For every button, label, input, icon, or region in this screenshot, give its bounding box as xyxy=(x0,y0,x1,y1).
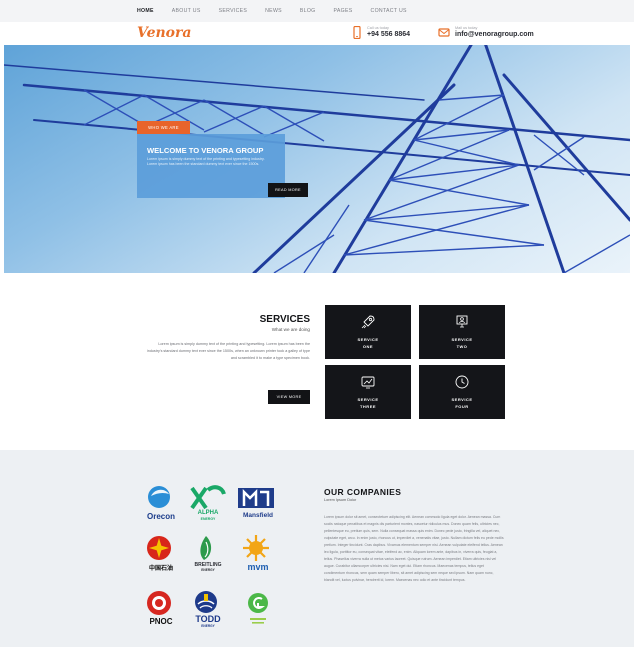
breitling-logo-icon xyxy=(200,536,212,560)
services-subtitle: What we are doing xyxy=(271,327,310,332)
hero-text: Lorem ipsum is simply dummy text of the … xyxy=(147,157,265,167)
company-logo-green-power[interactable] xyxy=(236,590,280,630)
nav-item-services[interactable]: SERVICES xyxy=(219,8,248,14)
services-title: SERVICES xyxy=(259,314,310,325)
email-address[interactable]: info@venoragroup.com xyxy=(455,31,534,39)
hero-title: WELCOME TO VENORA GROUP xyxy=(147,146,264,155)
hero-tag: WHO WE ARE xyxy=(137,121,190,134)
nav-item-news[interactable]: NEWS xyxy=(265,8,282,14)
companies-subtitle: Lorem Ipsum Dolor xyxy=(324,498,357,502)
email-contact: Mail us today info@venoragroup.com xyxy=(438,26,534,39)
service-tile-two[interactable]: SERVICE TWO xyxy=(419,305,505,359)
mansfield-logo-icon xyxy=(238,488,274,508)
clock-icon xyxy=(455,375,469,389)
company-subname: ENERGY xyxy=(201,568,215,572)
services-text: Lorem ipsum is simply dummy text of the … xyxy=(146,342,310,361)
monitor-person-icon xyxy=(456,315,468,328)
companies-title: OUR COMPANIES xyxy=(324,487,402,497)
service-tile-label: SERVICE xyxy=(451,397,473,402)
service-tile-name: TWO xyxy=(456,344,468,349)
nav-item-pages[interactable]: PAGES xyxy=(334,8,353,14)
site-logo[interactable]: Venora xyxy=(137,25,191,41)
rocket-icon xyxy=(361,315,375,329)
nav-item-home[interactable]: HOME xyxy=(137,8,154,14)
service-tile-name: ONE xyxy=(362,344,374,349)
nav-menu: HOME ABOUT US SERVICES NEWS BLOG PAGES C… xyxy=(137,0,425,22)
phone-number[interactable]: +94 556 8864 xyxy=(367,31,410,39)
nav-item-contact[interactable]: CONTACT US xyxy=(371,8,407,14)
nav-item-blog[interactable]: BLOG xyxy=(300,8,316,14)
pnoc-logo-icon xyxy=(147,591,171,615)
service-tile-three[interactable]: SERVICE THREE xyxy=(325,365,411,419)
chart-screen-icon xyxy=(361,376,375,389)
site-header: Venora Call us today +94 556 8864 Mail u… xyxy=(0,22,634,45)
company-logo-pnoc[interactable]: PNOC xyxy=(139,590,183,630)
phone-icon xyxy=(353,26,361,39)
company-logo-orecon[interactable]: Orecon xyxy=(139,484,183,524)
company-name: ALPHA xyxy=(197,510,219,516)
companies-section xyxy=(0,450,634,647)
power-tower-image xyxy=(4,45,630,273)
company-logo-todd[interactable]: TODD ENERGY xyxy=(186,590,230,630)
todd-logo-icon xyxy=(195,591,217,613)
nav-item-about[interactable]: ABOUT US xyxy=(172,8,201,14)
company-subname: ENERGY xyxy=(200,517,216,521)
company-logo-alpha[interactable]: ALPHA ENERGY xyxy=(186,484,230,524)
read-more-button[interactable]: READ MORE xyxy=(268,183,308,197)
company-logo-breitling[interactable]: BREITLING ENERGY xyxy=(186,534,230,574)
hero-welcome-box: WELCOME TO VENORA GROUP Lorem ipsum is s… xyxy=(137,134,285,198)
top-navigation: HOME ABOUT US SERVICES NEWS BLOG PAGES C… xyxy=(0,0,634,22)
company-name: mvm xyxy=(247,562,269,572)
mvm-logo-icon xyxy=(243,535,269,561)
hero-banner xyxy=(4,45,630,273)
companies-text: Lorem ipsum dolor sit amet, consectetuer… xyxy=(324,515,504,582)
service-tile-label: SERVICE xyxy=(451,337,473,342)
company-name: TODD xyxy=(195,614,221,624)
phone-contact: Call us today +94 556 8864 xyxy=(352,26,410,39)
service-tile-four[interactable]: SERVICE FOUR xyxy=(419,365,505,419)
view-more-button[interactable]: VIEW MORE xyxy=(268,390,310,404)
mail-icon xyxy=(438,28,450,37)
orecon-logo-icon xyxy=(148,486,170,508)
service-tile-name: FOUR xyxy=(455,404,469,409)
company-logo-mansfield[interactable]: Mansfield xyxy=(236,484,280,524)
service-tile-label: SERVICE xyxy=(357,397,379,402)
service-tile-label: SERVICE xyxy=(357,337,379,342)
alpha-logo-icon xyxy=(190,485,226,510)
petrochina-logo-icon xyxy=(147,536,171,560)
company-logo-petrochina[interactable]: 中国石油 xyxy=(139,534,183,574)
green-power-logo-icon xyxy=(248,593,268,624)
company-logo-mvm[interactable]: mvm xyxy=(236,534,280,574)
company-subname: ENERGY xyxy=(201,624,215,628)
company-name: Mansfield xyxy=(243,512,273,519)
service-tile-one[interactable]: SERVICE ONE xyxy=(325,305,411,359)
service-tile-name: THREE xyxy=(359,404,377,409)
